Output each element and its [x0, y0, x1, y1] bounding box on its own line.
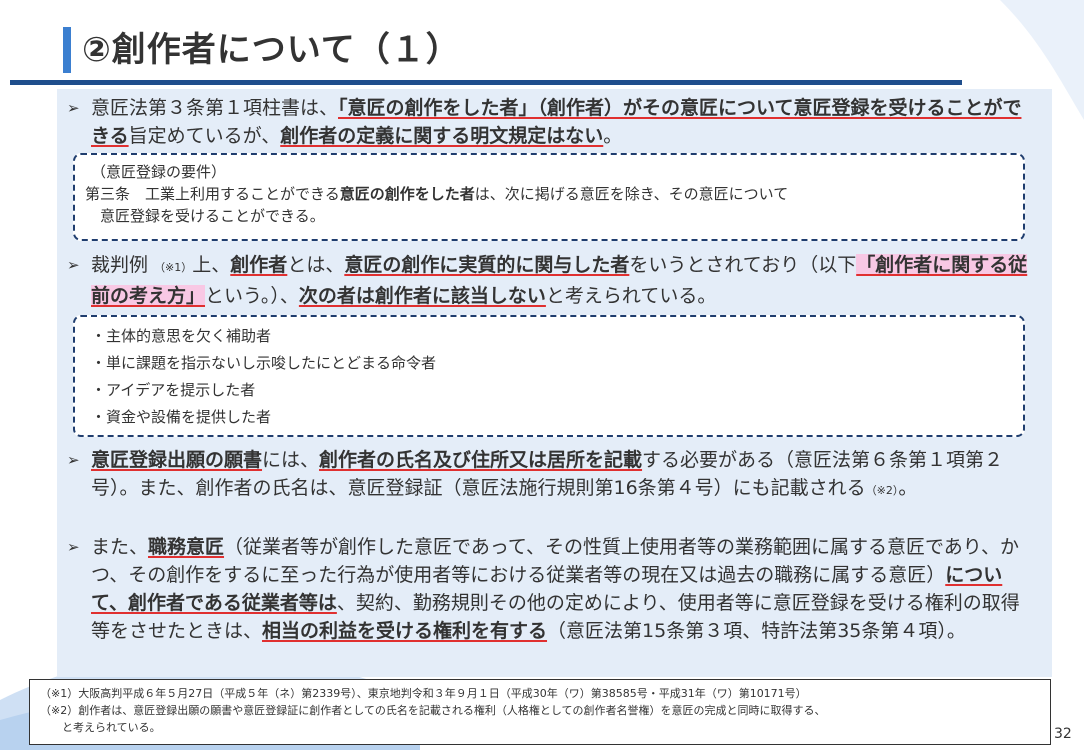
- list-item: ・資金や設備を提供した者: [91, 408, 272, 426]
- box-heading: （意匠登録の要件）: [91, 163, 227, 181]
- non-creator-list-box: ・主体的意思を欠く補助者 ・単に課題を指示ないし示唆したにとどまる命令者 ・アイ…: [73, 315, 1025, 437]
- title-accent-bar: [63, 27, 71, 73]
- arrowhead-bullet-icon: ➢: [67, 538, 80, 556]
- box-text-continued: 意匠登録を受けることができる。: [85, 207, 325, 225]
- page-number: 32: [1054, 726, 1072, 742]
- list-item: ・単に課題を指示ないし示唆したにとどまる命令者: [91, 354, 437, 372]
- header-rule: [10, 80, 962, 85]
- box-text: 第三条 工業上利用することができる意匠の創作をした者は、次に掲げる意匠を除き、そ…: [85, 185, 789, 203]
- paragraph-1: ➢ 意匠法第３条第１項柱書は、「意匠の創作をした者」（創作者）がその意匠について…: [67, 94, 1037, 150]
- arrowhead-bullet-icon: ➢: [67, 99, 80, 117]
- footnote-2-continued: と考えられている。: [40, 721, 161, 734]
- footnote-ref: （※1）: [154, 261, 193, 274]
- footnote-2: （※2）創作者は、意匠登録出願の願書や意匠登録証に創作者としての氏名を記載される…: [40, 704, 826, 717]
- list-item: ・アイデアを提示した者: [91, 381, 256, 399]
- paragraph-3: ➢ 意匠登録出願の願書には、創作者の氏名及び住所又は居所を記載する必要がある（意…: [67, 446, 1037, 505]
- footnote-ref: （※2）: [865, 484, 899, 497]
- paragraph-2: ➢ 裁判例 （※1）上、創作者とは、意匠の創作に実質的に関与した者をいうとされて…: [67, 251, 1037, 310]
- footnote-1: （※1）大阪高判平成６年５月27日（平成５年（ネ）第2339号）、東京地判令和３…: [40, 687, 807, 700]
- list-item: ・主体的意思を欠く補助者: [91, 327, 272, 345]
- arrowhead-bullet-icon: ➢: [67, 256, 80, 274]
- arrowhead-bullet-icon: ➢: [67, 451, 80, 469]
- paragraph-4: ➢ また、職務意匠（従業者等が創作した意匠であって、その性質上使用者等の業務範囲…: [67, 533, 1037, 645]
- footnotes-box: （※1）大阪高判平成６年５月27日（平成５年（ネ）第2339号）、東京地判令和３…: [29, 679, 1051, 745]
- page-title: ②創作者について（１）: [82, 30, 461, 70]
- statute-quote-box: （意匠登録の要件） 第三条 工業上利用することができる意匠の創作をした者は、次に…: [73, 153, 1025, 241]
